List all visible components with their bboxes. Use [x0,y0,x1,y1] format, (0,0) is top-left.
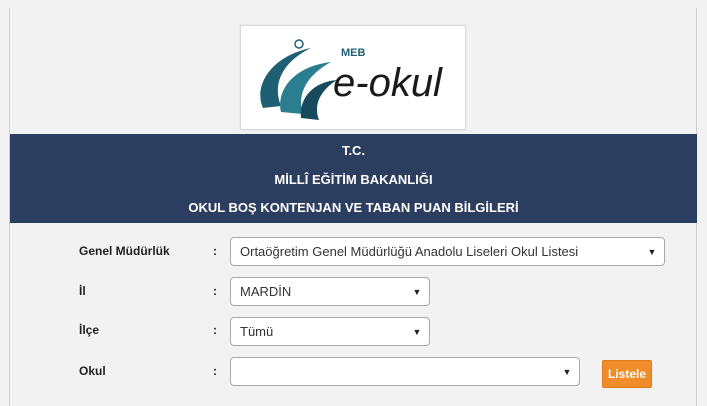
ilce-select[interactable]: Tümü ▼ [230,317,430,346]
ilce-label: İlçe [79,323,100,337]
dropdown-arrow-icon: ▼ [647,246,657,257]
dropdown-arrow-icon: ▼ [412,286,422,297]
e-okul-logo-icon: MEB e-okul [260,39,443,120]
e-okul-logo: MEB e-okul [240,25,466,130]
banner-line-ministry: MİLLÎ EĞİTİM BAKANLIĞI [274,172,433,187]
okul-label: Okul [79,364,106,378]
ilce-colon: : [213,323,217,337]
ilce-value: Tümü [240,324,274,339]
il-colon: : [213,284,217,298]
il-select[interactable]: MARDİN ▼ [230,277,430,306]
genel-mudurluk-colon: : [213,244,217,258]
banner-line-tc: T.C. [341,143,366,158]
genel-mudurluk-value: Ortaöğretim Genel Müdürlüğü Anadolu Lise… [240,244,579,259]
genel-mudurluk-label: Genel Müdürlük [79,244,170,258]
logo-brand-small: MEB [341,47,366,59]
genel-mudurluk-select[interactable]: Ortaöğretim Genel Müdürlüğü Anadolu Lise… [230,237,665,266]
okul-colon: : [213,364,217,378]
okul-select[interactable]: ▼ [230,357,580,386]
dropdown-arrow-icon: ▼ [412,326,422,337]
dropdown-arrow-icon: ▼ [562,366,572,377]
header-banner: T.C. MİLLÎ EĞİTİM BAKANLIĞI OKUL BOŞ KON… [10,134,697,223]
banner-line-title: OKUL BOŞ KONTENJAN VE TABAN PUAN BİLGİLE… [188,200,519,215]
il-label: İl [79,284,86,298]
il-value: MARDİN [240,284,292,299]
listele-button[interactable]: Listele [602,360,652,388]
logo-brand-main: e-okul [333,61,443,105]
